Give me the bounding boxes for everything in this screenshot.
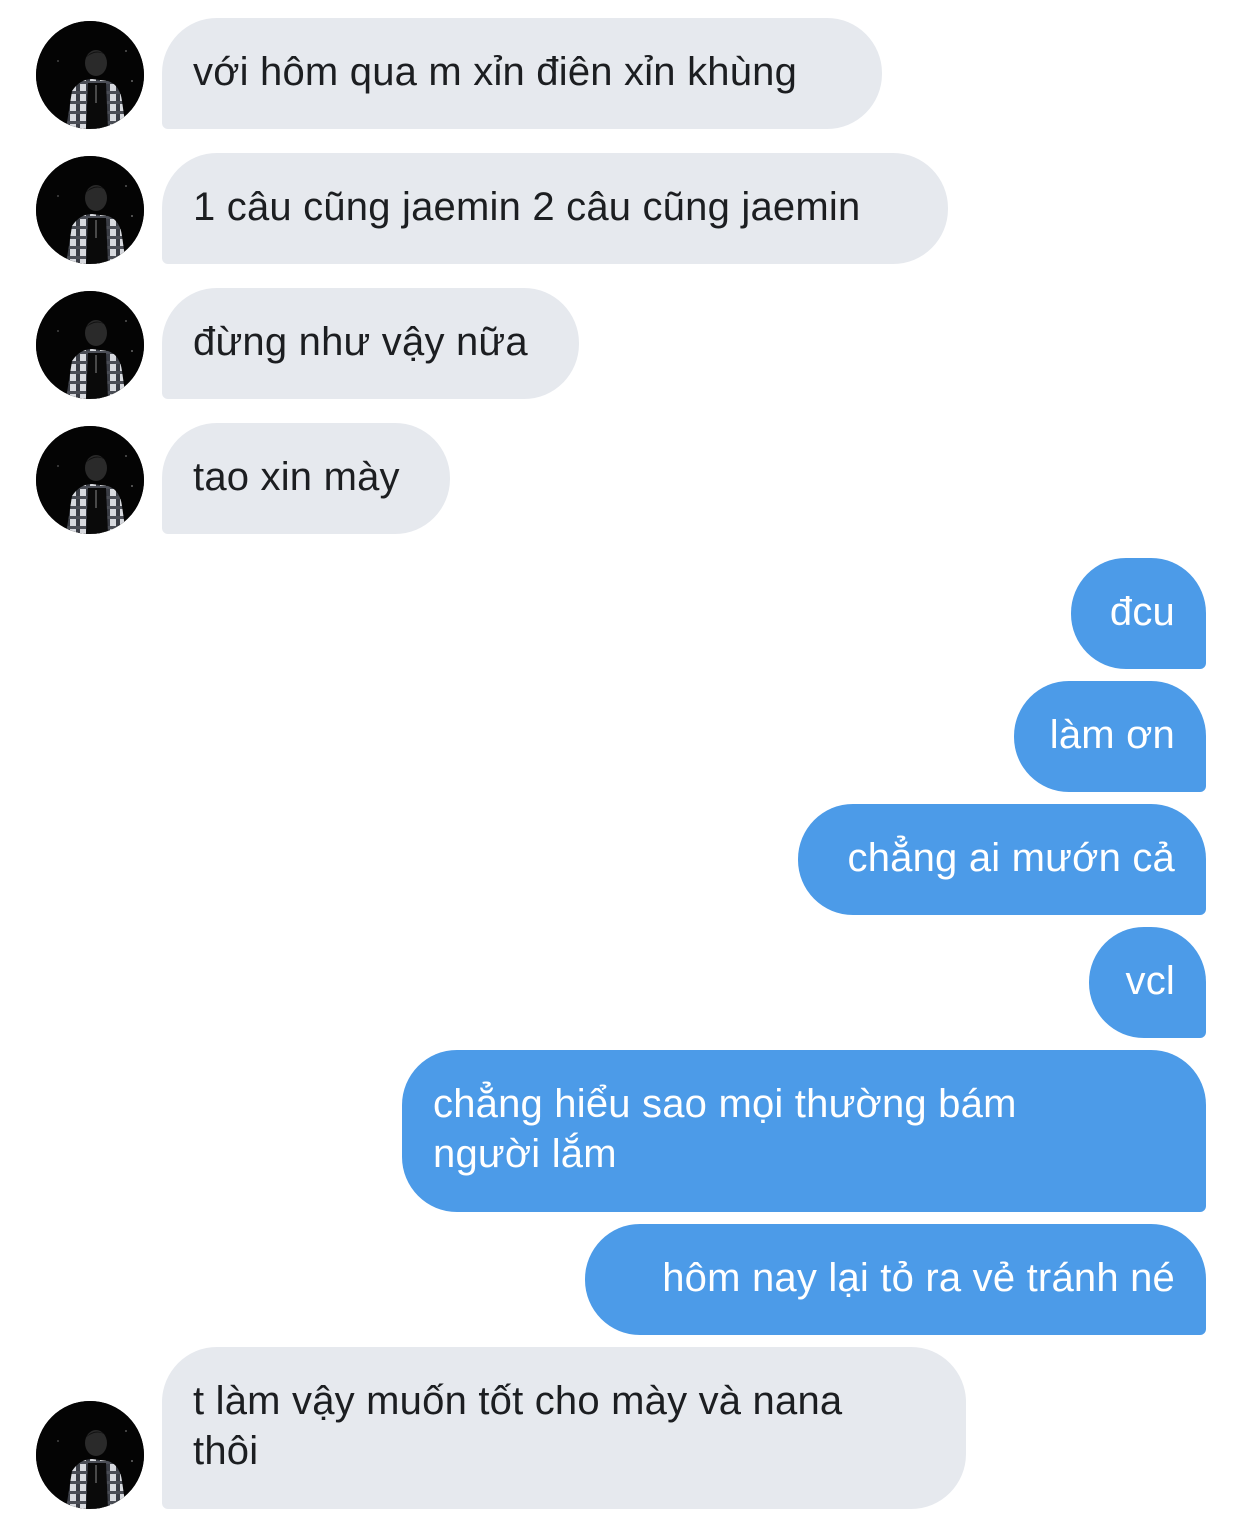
incoming-message-bubble[interactable]: với hôm qua m xỉn điên xỉn khùng (162, 18, 882, 129)
contact-avatar[interactable] (36, 1401, 144, 1509)
contact-avatar[interactable] (36, 426, 144, 534)
outgoing-message-bubble[interactable]: vcl (1089, 927, 1206, 1038)
message-text: đừng như vậy nữa (193, 320, 528, 364)
contact-avatar[interactable] (36, 291, 144, 399)
message-text: vcl (1125, 959, 1175, 1003)
incoming-message-bubble[interactable]: đừng như vậy nữa (162, 288, 579, 399)
message-text: t làm vậy muốn tốt cho mày và nana thôi (193, 1379, 843, 1473)
contact-avatar-icon (36, 291, 144, 399)
message-text: với hôm qua m xỉn điên xỉn khùng (193, 50, 798, 94)
outgoing-message-bubble[interactable]: làm ơn (1014, 681, 1206, 792)
outgoing-message-bubble[interactable]: chẳng ai mướn cả (798, 804, 1206, 915)
incoming-message-bubble[interactable]: t làm vậy muốn tốt cho mày và nana thôi (162, 1347, 966, 1509)
contact-avatar-icon (36, 426, 144, 534)
contact-avatar[interactable] (36, 21, 144, 129)
message-text: đcu (1109, 590, 1175, 634)
message-text: làm ơn (1049, 713, 1175, 757)
message-text: chẳng hiểu sao mọi thường bám người lắm (433, 1082, 1017, 1176)
contact-avatar[interactable] (36, 156, 144, 264)
contact-avatar-icon (36, 156, 144, 264)
outgoing-message-bubble[interactable]: chẳng hiểu sao mọi thường bám người lắm (402, 1050, 1206, 1212)
incoming-message-bubble[interactable]: 1 câu cũng jaemin 2 câu cũng jaemin (162, 153, 948, 264)
outgoing-message-bubble[interactable]: hôm nay lại tỏ ra vẻ tránh né (585, 1224, 1206, 1335)
message-text: 1 câu cũng jaemin 2 câu cũng jaemin (193, 185, 861, 229)
contact-avatar-icon (36, 21, 144, 129)
message-text: hôm nay lại tỏ ra vẻ tránh né (662, 1256, 1175, 1300)
outgoing-message-bubble[interactable]: đcu (1071, 558, 1206, 669)
incoming-message-bubble[interactable]: tao xin mày (162, 423, 450, 534)
message-text: chẳng ai mướn cả (847, 836, 1175, 880)
contact-avatar-icon (36, 1401, 144, 1509)
message-text: tao xin mày (193, 455, 400, 499)
